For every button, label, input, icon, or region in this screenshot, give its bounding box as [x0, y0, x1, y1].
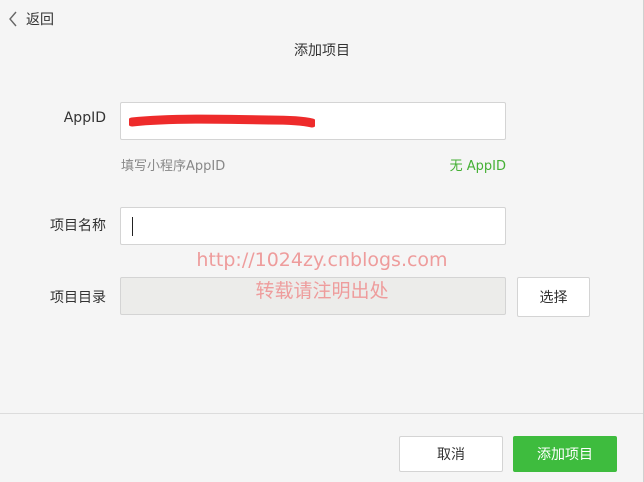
- choose-button[interactable]: 选择: [517, 277, 590, 317]
- appid-input[interactable]: [120, 102, 506, 140]
- project-dir-field: [120, 277, 506, 315]
- project-dir-label: 项目目录: [50, 290, 106, 306]
- cancel-button[interactable]: 取消: [399, 436, 503, 472]
- back-label: 返回: [26, 12, 54, 28]
- project-name-input[interactable]: [120, 207, 506, 245]
- footer-divider: [0, 413, 643, 414]
- project-name-label: 项目名称: [50, 218, 106, 234]
- no-appid-link[interactable]: 无 AppID: [450, 155, 506, 174]
- appid-label: AppID: [63, 110, 106, 126]
- watermark-url: http://1024zy.cnblogs.com: [196, 249, 448, 271]
- page-title: 添加项目: [294, 43, 350, 59]
- chevron-left-icon: [8, 10, 18, 28]
- appid-hint: 填写小程序AppID: [121, 159, 226, 174]
- redaction-mark: [129, 114, 315, 128]
- text-caret: [132, 217, 133, 236]
- back-button[interactable]: 返回: [8, 9, 54, 29]
- add-project-button[interactable]: 添加项目: [513, 436, 617, 472]
